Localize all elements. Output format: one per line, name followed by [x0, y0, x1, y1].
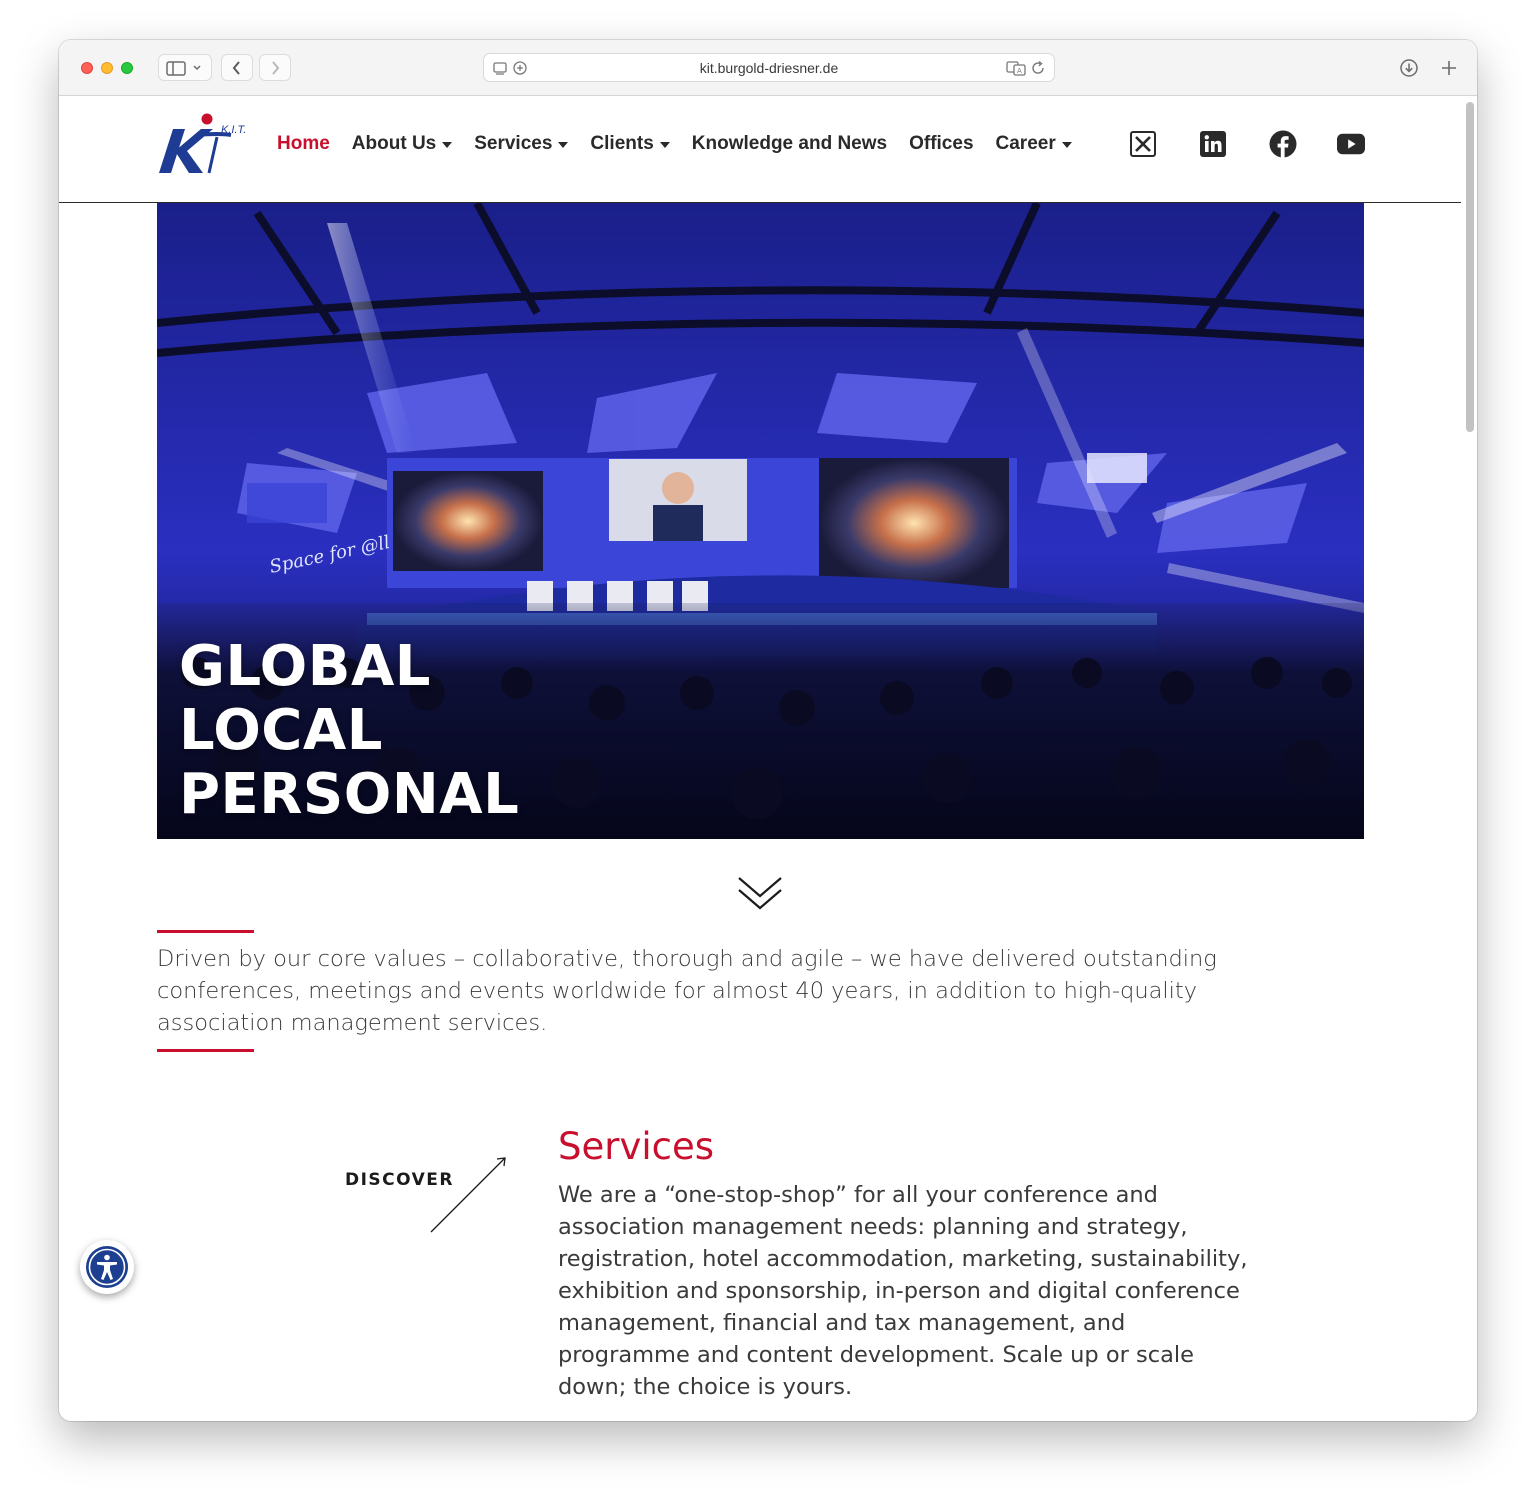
hero-banner: Space for @ll GLOBAL LOCAL PERSONAL — [157, 203, 1364, 839]
youtube-link[interactable] — [1337, 130, 1365, 158]
main-nav: Home About Us Services Clients Knowledge… — [277, 132, 1094, 156]
nav-career[interactable]: Career — [996, 133, 1072, 155]
caret-down-icon — [442, 142, 453, 148]
sidebar-icon — [166, 60, 201, 76]
services-heading[interactable]: Services — [558, 1125, 714, 1168]
linkedin-icon — [1200, 131, 1226, 157]
hero-line-global: GLOBAL — [179, 634, 431, 699]
site-header: K.I.T. Home About Us Services Clients Kn… — [59, 96, 1461, 203]
linkedin-link[interactable] — [1199, 130, 1227, 158]
caret-down-icon — [659, 142, 670, 148]
accessibility-button[interactable] — [80, 1240, 134, 1294]
nav-services[interactable]: Services — [474, 133, 569, 155]
back-button[interactable] — [221, 54, 253, 81]
chevron-right-icon — [272, 60, 280, 75]
download-icon — [1400, 58, 1418, 77]
x-link[interactable] — [1129, 130, 1157, 158]
browser-window: kit.burgold-driesner.de A K.I.T. Home Ab… — [59, 40, 1477, 1421]
accessibility-icon — [86, 1246, 128, 1288]
zoom-window-button[interactable] — [121, 62, 133, 74]
hero-title: GLOBAL LOCAL PERSONAL — [179, 635, 519, 827]
nav-clients[interactable]: Clients — [590, 133, 670, 155]
reader-icon[interactable] — [492, 60, 508, 76]
nav-home-label: Home — [277, 133, 330, 154]
nav-clients-label: Clients — [590, 133, 654, 154]
nav-services-label: Services — [474, 133, 553, 154]
nav-knowledge-news-label: Knowledge and News — [691, 133, 888, 154]
hero-line-personal: PERSONAL — [179, 762, 520, 827]
accent-divider-bottom — [157, 1049, 254, 1052]
intro-paragraph: Driven by our core values – collaborativ… — [157, 946, 1217, 1036]
page-scrollbar[interactable] — [1466, 102, 1474, 432]
scroll-down-chevron-icon[interactable] — [737, 874, 783, 914]
arrow-up-right-icon[interactable] — [427, 1154, 509, 1236]
new-tab-button[interactable] — [1434, 54, 1464, 81]
nav-offices[interactable]: Offices — [909, 133, 973, 155]
forward-button[interactable] — [259, 54, 291, 81]
x-icon — [1130, 131, 1156, 157]
nav-offices-label: Offices — [909, 133, 974, 154]
nav-knowledge-news[interactable]: Knowledge and News — [692, 133, 887, 155]
nav-about-us[interactable]: About Us — [351, 133, 453, 155]
address-url: kit.burgold-driesner.de — [699, 59, 839, 76]
nav-about-us-label: About Us — [351, 133, 437, 154]
close-window-button[interactable] — [81, 62, 93, 74]
web-page: K.I.T. Home About Us Services Clients Kn… — [59, 96, 1477, 1421]
address-bar[interactable]: kit.burgold-driesner.de A — [483, 53, 1055, 82]
reload-icon[interactable] — [1030, 60, 1046, 76]
nav-career-label: Career — [995, 133, 1056, 154]
logo-text: K.I.T. — [221, 124, 246, 136]
extensions-icon[interactable] — [512, 60, 528, 76]
facebook-link[interactable] — [1269, 130, 1297, 158]
hero-line-local: LOCAL — [179, 698, 383, 763]
facebook-icon — [1269, 130, 1297, 158]
plus-icon — [1442, 60, 1456, 75]
caret-down-icon — [558, 142, 569, 148]
caret-down-icon — [1061, 142, 1072, 148]
browser-toolbar: kit.burgold-driesner.de A — [59, 40, 1477, 96]
sidebar-toggle-button[interactable] — [158, 54, 212, 81]
chevron-left-icon — [232, 60, 240, 75]
accent-divider-top — [157, 930, 254, 933]
downloads-button[interactable] — [1394, 54, 1424, 81]
nav-home[interactable]: Home — [277, 133, 330, 155]
youtube-icon — [1337, 133, 1365, 155]
kit-logo[interactable]: K.I.T. — [157, 111, 253, 177]
minimize-window-button[interactable] — [101, 62, 113, 74]
services-paragraph: We are a “one-stop-shop” for all your co… — [558, 1182, 1248, 1400]
svg-text:A: A — [1017, 67, 1022, 75]
translate-icon[interactable]: A — [1006, 60, 1026, 76]
